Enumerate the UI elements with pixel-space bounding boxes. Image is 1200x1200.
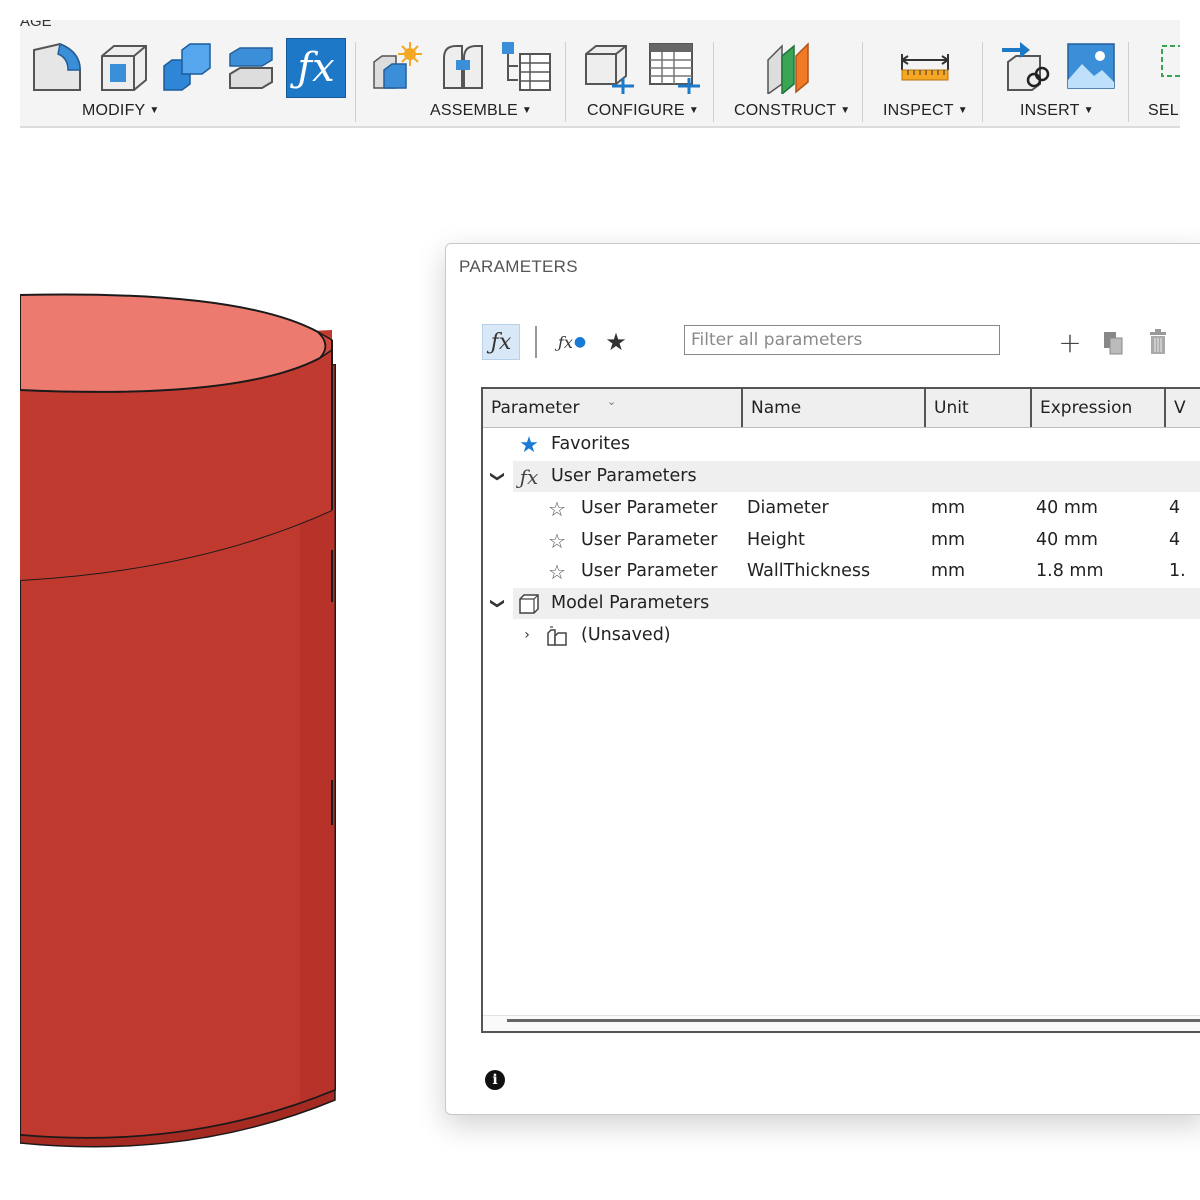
parameter-value-cell: 4 xyxy=(1169,498,1181,518)
favorites-row[interactable]: ★ Favorites xyxy=(483,429,1200,460)
assemble-menu[interactable]: ASSEMBLE ▼ xyxy=(430,102,532,120)
horizontal-scrollbar[interactable] xyxy=(507,1019,1200,1022)
column-header-value[interactable]: V xyxy=(1166,389,1200,427)
chevron-right-icon[interactable]: › xyxy=(517,620,537,651)
chevron-down-icon[interactable]: ❯ xyxy=(483,594,513,614)
column-header-unit[interactable]: Unit xyxy=(926,389,1032,427)
parameter-unit-cell: mm xyxy=(931,498,966,518)
shell-icon[interactable] xyxy=(96,40,150,94)
construct-menu[interactable]: CONSTRUCT ▼ xyxy=(734,102,850,120)
select-icon[interactable] xyxy=(1160,40,1180,94)
sort-indicator-icon: ⌄ xyxy=(607,395,617,408)
new-component-icon[interactable] xyxy=(370,40,424,94)
toolbar-divider xyxy=(565,42,566,122)
inspect-menu[interactable]: INSPECT ▼ xyxy=(883,102,968,120)
press-pull-icon[interactable] xyxy=(30,40,84,94)
filter-parameters-input[interactable] xyxy=(684,325,1000,355)
dialog-toolbar-divider xyxy=(535,326,537,358)
insert-group: INSERT ▼ xyxy=(1000,20,1130,126)
assemble-group: ASSEMBLE ▼ xyxy=(370,20,570,126)
favorites-label: Favorites xyxy=(551,434,631,454)
column-header-parameter[interactable]: Parameter ⌄ xyxy=(483,389,743,427)
parameter-type-cell: User Parameter xyxy=(581,498,718,518)
user-parameters-group-row[interactable]: ❯ ƒx User Parameters xyxy=(490,461,1200,492)
modify-menu[interactable]: MODIFY ▼ xyxy=(82,102,160,120)
model-parameters-group-row[interactable]: ❯ Model Parameters xyxy=(490,588,1200,619)
parameter-name-cell: Height xyxy=(747,530,805,550)
offset-plane-icon[interactable] xyxy=(762,40,816,94)
parameter-type-cell: User Parameter xyxy=(581,530,718,550)
parameter-name-cell: WallThickness xyxy=(747,561,871,581)
column-header-expression[interactable]: Expression xyxy=(1032,389,1166,427)
toolbar-divider xyxy=(713,42,714,122)
toolbar-divider xyxy=(862,42,863,122)
unsaved-label: (Unsaved) xyxy=(581,625,671,645)
model-body-icon xyxy=(519,594,539,614)
favorites-filter-star-icon[interactable]: ★ xyxy=(598,324,634,360)
parameter-unit-cell: mm xyxy=(931,561,966,581)
unsaved-component-row[interactable]: › (Unsaved) xyxy=(483,620,1200,651)
favorite-star-outline-icon[interactable]: ☆ xyxy=(545,560,569,584)
parameters-dialog: PARAMETERS ƒx ƒx● ★ + Parameter ⌄ Name U… xyxy=(445,243,1200,1115)
dialog-title: PARAMETERS xyxy=(459,257,578,276)
toolbar: AGE ƒx MODIFY ▼ ASSEMBLE ▼ CONFIGURE ▼ C… xyxy=(20,20,1180,128)
favorite-star-outline-icon[interactable]: ☆ xyxy=(545,497,569,521)
parameters-table: Parameter ⌄ Name Unit Expression V ★ Fav… xyxy=(481,387,1200,1033)
offset-face-icon[interactable] xyxy=(224,40,278,94)
construct-group: CONSTRUCT ▼ xyxy=(730,20,865,126)
chevron-down-icon[interactable]: ❯ xyxy=(483,467,513,487)
model-parameters-label: Model Parameters xyxy=(551,593,710,613)
cylinder-model xyxy=(20,293,336,1148)
horizontal-scrollbar-track xyxy=(483,1015,1200,1031)
joint-icon[interactable] xyxy=(436,40,490,94)
toolbar-divider xyxy=(355,42,356,122)
user-parameters-filter-icon[interactable]: ƒx ● xyxy=(554,324,590,360)
measure-icon[interactable] xyxy=(898,40,952,94)
user-parameters-label: User Parameters xyxy=(551,466,697,486)
insert-canvas-icon[interactable] xyxy=(1064,40,1118,94)
insert-menu[interactable]: INSERT ▼ xyxy=(1020,102,1094,120)
select-menu[interactable]: SELE xyxy=(1148,102,1180,120)
fx-icon: ƒx xyxy=(519,465,539,489)
parameter-name-cell: Diameter xyxy=(747,498,829,518)
configure-component-icon[interactable] xyxy=(582,40,636,94)
show-all-parameters-fx-icon[interactable]: ƒx xyxy=(482,324,520,360)
parameter-value-cell: 1. xyxy=(1169,561,1186,581)
table-row[interactable]: ☆ User Parameter Height mm 40 mm 4 xyxy=(483,525,1200,556)
select-group: SELE xyxy=(1148,20,1180,126)
parameter-expression-cell[interactable]: 40 mm xyxy=(1036,493,1098,524)
parameter-expression-cell[interactable]: 1.8 mm xyxy=(1036,556,1104,587)
parameter-unit-cell: mm xyxy=(931,530,966,550)
modify-group: ƒx MODIFY ▼ xyxy=(30,20,350,126)
dialog-toolbar: ƒx ƒx● ★ + xyxy=(482,324,1200,364)
info-icon[interactable]: i xyxy=(485,1070,505,1090)
column-header-name[interactable]: Name xyxy=(743,389,926,427)
insert-derive-icon[interactable] xyxy=(1000,40,1054,94)
table-header: Parameter ⌄ Name Unit Expression V xyxy=(483,389,1200,428)
model-viewport[interactable] xyxy=(20,150,430,1160)
parameter-type-cell: User Parameter xyxy=(581,561,718,581)
configure-table-icon[interactable] xyxy=(646,40,700,94)
delete-parameter-icon[interactable] xyxy=(1140,324,1176,360)
parameter-value-cell: 4 xyxy=(1169,530,1181,550)
add-parameter-icon[interactable]: + xyxy=(1052,324,1088,360)
copy-parameter-icon[interactable] xyxy=(1096,324,1132,360)
favorites-star-icon: ★ xyxy=(519,432,539,458)
bill-of-materials-icon[interactable] xyxy=(500,40,554,94)
configure-menu[interactable]: CONFIGURE ▼ xyxy=(587,102,699,120)
inspect-group: INSPECT ▼ xyxy=(878,20,988,126)
combine-icon[interactable] xyxy=(160,40,214,94)
component-icon xyxy=(547,626,567,646)
configure-group: CONFIGURE ▼ xyxy=(580,20,715,126)
change-parameters-icon[interactable]: ƒx xyxy=(286,38,346,98)
favorite-star-outline-icon[interactable]: ☆ xyxy=(545,529,569,553)
toolbar-divider xyxy=(1128,42,1129,122)
parameter-expression-cell[interactable]: 40 mm xyxy=(1036,525,1098,556)
table-row[interactable]: ☆ User Parameter Diameter mm 40 mm 4 xyxy=(483,493,1200,524)
table-row[interactable]: ☆ User Parameter WallThickness mm 1.8 mm… xyxy=(483,556,1200,587)
toolbar-divider xyxy=(982,42,983,122)
